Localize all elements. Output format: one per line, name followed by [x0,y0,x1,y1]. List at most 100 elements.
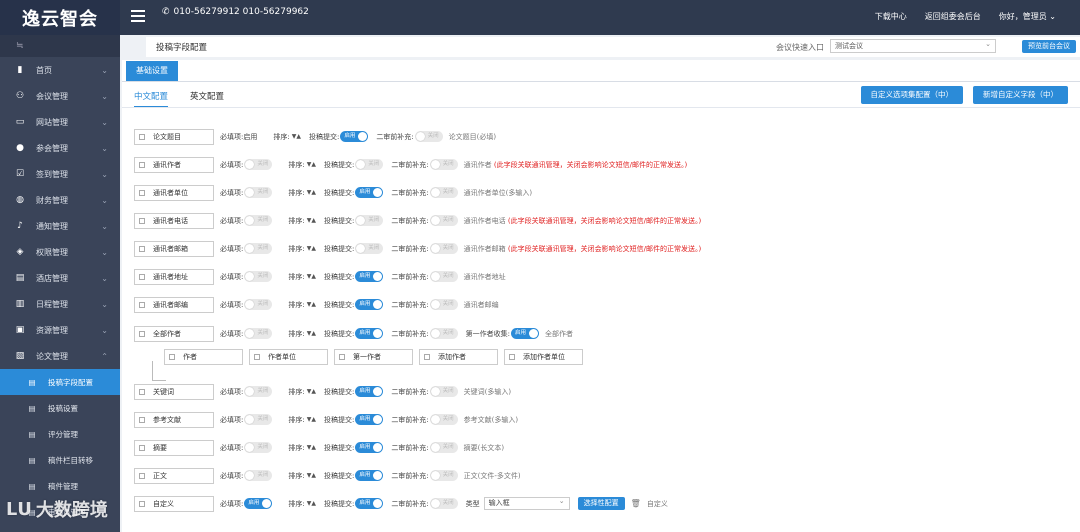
sidebar-subitem[interactable]: ▤ 稿件栏目转移 [0,447,120,473]
meeting-select[interactable]: 测试会议 [830,38,996,53]
submit-toggle[interactable]: 启用 [355,328,384,339]
submit-toggle[interactable]: 关闭 [355,215,384,226]
field-name-input[interactable]: 全部作者 [134,325,214,342]
required-toggle[interactable]: 关闭 [244,414,273,425]
second-review-toggle[interactable]: 关闭 [429,299,458,310]
menu-toggle-icon[interactable] [131,10,145,24]
author-child-input[interactable]: 第一作者 [334,349,413,365]
sidebar-item[interactable]: ◍ 财务管理 ⌄ [0,187,120,213]
field-name-input[interactable]: 摘要 [134,439,214,456]
sidebar-subitem[interactable]: ▤ 评分管理 [0,421,120,447]
sort-arrows-icon[interactable]: ▼▲ [307,217,316,224]
tab-chinese-config[interactable]: 中文配置 [134,90,169,108]
sidebar-item[interactable]: ▭ 网站管理 ⌄ [0,109,120,135]
submit-toggle[interactable]: 启用 [355,414,384,425]
add-custom-field-button[interactable]: 新增自定义字段（中） [973,86,1068,104]
sidebar-item[interactable]: ▧ 论文管理 ⌃ [0,343,120,369]
sidebar-subitem[interactable]: ▤ 投稿设置 [0,395,120,421]
tab-basic-settings[interactable]: 基础设置 [126,61,178,81]
required-toggle[interactable]: 关闭 [244,328,273,339]
submit-toggle[interactable]: 启用 [355,386,384,397]
sort-arrows-icon[interactable]: ▼▲ [307,500,316,507]
second-review-toggle[interactable]: 关闭 [429,215,458,226]
second-review-toggle[interactable]: 关闭 [429,187,458,198]
sort-arrows-icon[interactable]: ▼▲ [307,161,316,168]
sort-arrows-icon[interactable]: ▼▲ [307,388,316,395]
sort-arrows-icon[interactable]: ▼▲ [307,416,316,423]
custom-option-set-button[interactable]: 自定义选项集配置（中） [860,86,963,104]
field-name-input[interactable]: 自定义 [134,495,214,512]
second-review-toggle[interactable]: 关闭 [429,442,458,453]
trash-icon[interactable]: 🗑 [631,499,641,508]
submit-toggle[interactable]: 启用 [355,187,384,198]
required-toggle[interactable]: 关闭 [244,215,273,226]
first-author-toggle[interactable]: 启用 [511,328,540,339]
sort-arrows-icon[interactable]: ▼▲ [307,245,316,252]
field-name-input[interactable]: 通讯者电话 [134,212,214,229]
second-review-toggle[interactable]: 关闭 [429,243,458,254]
sidebar-item[interactable]: ▤ 酒店管理 ⌄ [0,265,120,291]
sidebar-item[interactable]: ▥ 日程管理 ⌄ [0,291,120,317]
field-name-input[interactable]: 关键词 [134,383,214,400]
second-review-toggle[interactable]: 关闭 [429,386,458,397]
sidebar-subitem[interactable]: ▤论文发表合格 [0,525,120,532]
submit-toggle[interactable]: 启用 [355,498,384,509]
sidebar-item[interactable]: ▣ 资源管理 ⌄ [0,317,120,343]
field-name-input[interactable]: 正文 [134,467,214,484]
sort-arrows-icon[interactable]: ▼▲ [307,301,316,308]
required-toggle[interactable]: 关闭 [244,470,273,481]
submit-toggle[interactable]: 启用 [355,470,384,481]
type-select[interactable]: 输入框 [483,496,570,510]
author-child-input[interactable]: 作者 [164,349,243,365]
preview-meeting-button[interactable]: 预览前台会议 [1022,40,1076,53]
author-child-input[interactable]: 作者单位 [249,349,328,365]
required-toggle[interactable]: 关闭 [244,187,273,198]
submit-toggle[interactable]: 关闭 [355,243,384,254]
second-review-toggle[interactable]: 关闭 [429,470,458,481]
sort-arrows-icon[interactable]: ▼▲ [307,330,316,337]
sort-arrows-icon[interactable]: ▼▲ [307,472,316,479]
field-name-input[interactable]: 通讯者邮箱 [134,240,214,257]
required-toggle[interactable]: 关闭 [244,386,273,397]
sort-arrows-icon[interactable]: ▼▲ [307,273,316,280]
sidebar-item[interactable]: ● 参会管理 ⌄ [0,135,120,161]
second-review-toggle[interactable]: 关闭 [429,159,458,170]
submit-toggle[interactable]: 关闭 [355,159,384,170]
sidebar-collapse[interactable]: ≒ [0,35,120,57]
field-name-input[interactable]: 论文题目 [134,128,214,145]
second-review-toggle[interactable]: 关闭 [429,414,458,425]
sidebar-item[interactable]: ☑ 签到管理 ⌄ [0,161,120,187]
submit-toggle[interactable]: 启用 [355,271,384,282]
field-name-input[interactable]: 通讯者邮编 [134,296,214,313]
user-menu[interactable]: 你好，管理员 ⌄ [999,11,1056,22]
second-review-toggle[interactable]: 关闭 [429,498,458,509]
second-review-toggle[interactable]: 关闭 [414,131,443,142]
field-name-input[interactable]: 通讯者单位 [134,184,214,201]
sort-arrows-icon[interactable]: ▼▲ [307,444,316,451]
second-review-toggle[interactable]: 关闭 [429,271,458,282]
submit-toggle[interactable]: 启用 [340,131,369,142]
select-config-button[interactable]: 选择性配置 [577,497,625,510]
required-toggle[interactable]: 关闭 [244,159,273,170]
tab-english-config[interactable]: 英文配置 [190,90,224,108]
sidebar-item[interactable]: ▮ 首页 ⌄ [0,57,120,83]
author-child-input[interactable]: 添加作者 [419,349,498,365]
field-name-input[interactable]: 通讯作者 [134,156,214,173]
required-toggle[interactable]: 关闭 [244,243,273,254]
download-center-link[interactable]: 下载中心 [875,11,907,22]
field-name-input[interactable]: 参考文献 [134,411,214,428]
submit-toggle[interactable]: 启用 [355,442,384,453]
second-review-toggle[interactable]: 关闭 [429,328,458,339]
sort-arrows-icon[interactable]: ▼▲ [307,189,316,196]
required-toggle[interactable]: 关闭 [244,299,273,310]
sidebar-item[interactable]: ♪ 通知管理 ⌄ [0,213,120,239]
sidebar-item[interactable]: ⚇ 会议管理 ⌄ [0,83,120,109]
sort-arrows-icon[interactable]: ▼▲ [292,133,301,140]
field-name-input[interactable]: 通讯者地址 [134,268,214,285]
required-toggle[interactable]: 关闭 [244,271,273,282]
author-child-input[interactable]: 添加作者单位 [504,349,583,365]
required-toggle[interactable]: 启用 [244,498,273,509]
sidebar-item[interactable]: ◈ 权限管理 ⌄ [0,239,120,265]
required-toggle[interactable]: 关闭 [244,442,273,453]
back-to-committee-link[interactable]: 返回组委会后台 [925,11,981,22]
